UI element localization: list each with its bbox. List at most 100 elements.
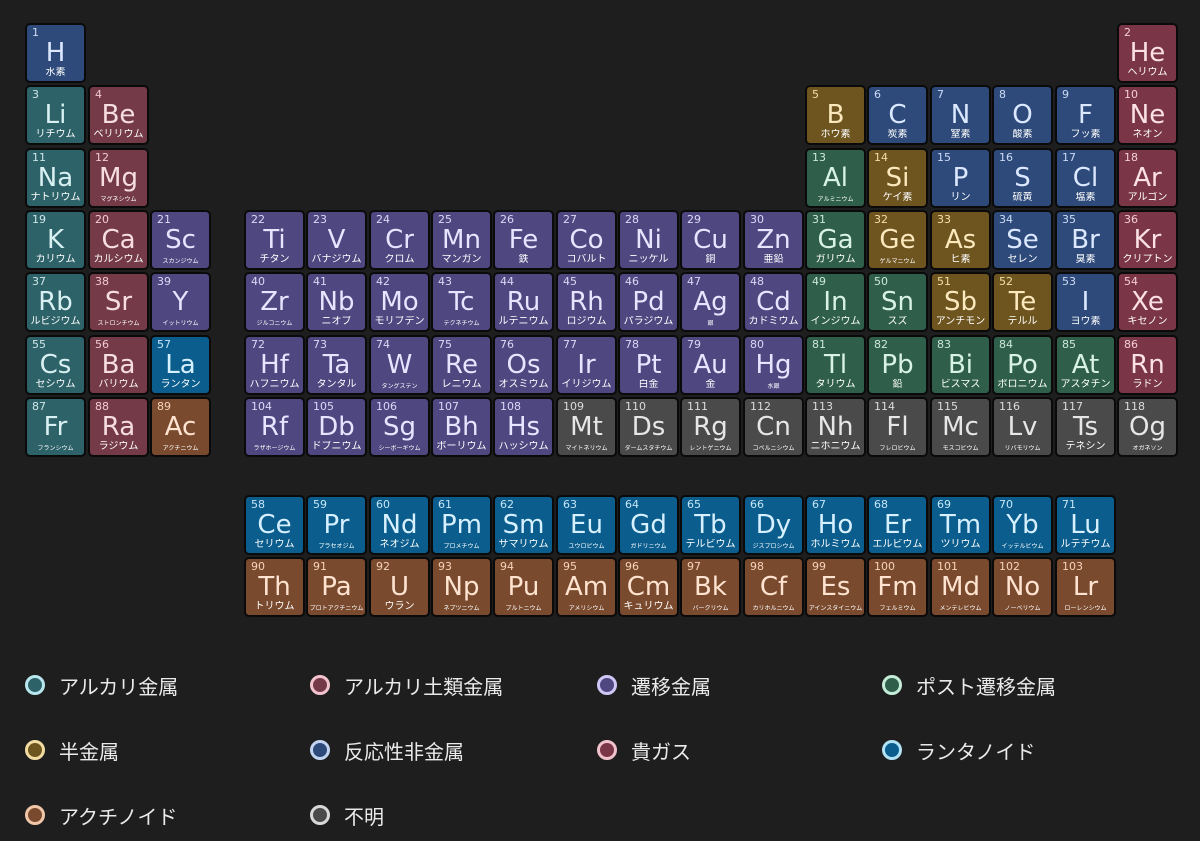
element-cell-ta[interactable]: 73 Ta タンタル [306,335,367,395]
element-cell-re[interactable]: 75 Re レニウム [431,335,492,395]
element-cell-si[interactable]: 14 Si ケイ素 [867,148,928,208]
element-cell-cf[interactable]: 98 Cf カリホルニウム [743,557,804,617]
element-cell-i[interactable]: 53 I ヨウ素 [1055,272,1116,332]
legend-item-alkali[interactable]: アルカリ金属 [25,670,178,700]
element-cell-na[interactable]: 11 Na ナトリウム [25,148,86,208]
element-cell-be[interactable]: 4 Be ベリリウム [88,85,149,145]
element-cell-au[interactable]: 79 Au 金 [680,335,741,395]
legend-item-unknown[interactable]: 不明 [310,800,384,830]
element-cell-u[interactable]: 92 U ウラン [369,557,430,617]
element-cell-og[interactable]: 118 Og オガネソン [1117,397,1178,457]
element-cell-p[interactable]: 15 P リン [930,148,991,208]
element-cell-rb[interactable]: 37 Rb ルビジウム [25,272,86,332]
element-cell-ir[interactable]: 77 Ir イリジウム [556,335,617,395]
element-cell-ca[interactable]: 20 Ca カルシウム [88,210,149,270]
element-cell-as[interactable]: 33 As ヒ素 [930,210,991,270]
element-cell-te[interactable]: 52 Te テルル [992,272,1053,332]
element-cell-ac[interactable]: 89 Ac アクチニウム [150,397,211,457]
legend-item-noble[interactable]: 貴ガス [597,735,691,765]
element-cell-h[interactable]: 1 H 水素 [25,23,86,83]
element-cell-th[interactable]: 90 Th トリウム [244,557,305,617]
element-cell-cs[interactable]: 55 Cs セシウム [25,335,86,395]
element-cell-fr[interactable]: 87 Fr フランシウム [25,397,86,457]
element-cell-cd[interactable]: 48 Cd カドミウム [743,272,804,332]
element-cell-br[interactable]: 35 Br 臭素 [1055,210,1116,270]
element-cell-cm[interactable]: 96 Cm キュリウム [618,557,679,617]
element-cell-nb[interactable]: 41 Nb ニオブ [306,272,367,332]
legend-item-metalloid[interactable]: 半金属 [25,735,119,765]
element-cell-ce[interactable]: 58 Ce セリウム [244,495,305,555]
element-cell-lv[interactable]: 116 Lv リバモリウム [992,397,1053,457]
element-cell-rn[interactable]: 86 Rn ラドン [1117,335,1178,395]
element-cell-at[interactable]: 85 At アスタチン [1055,335,1116,395]
element-cell-tc[interactable]: 43 Tc テクネチウム [431,272,492,332]
legend-item-post[interactable]: ポスト遷移金属 [882,670,1056,700]
element-cell-ar[interactable]: 18 Ar アルゴン [1117,148,1178,208]
element-cell-sg[interactable]: 106 Sg シーボーギウム [369,397,430,457]
element-cell-es[interactable]: 99 Es アインスタイニウム [805,557,866,617]
element-cell-ba[interactable]: 56 Ba バリウム [88,335,149,395]
element-cell-er[interactable]: 68 Er エルビウム [867,495,928,555]
element-cell-mn[interactable]: 25 Mn マンガン [431,210,492,270]
element-cell-ne[interactable]: 10 Ne ネオン [1117,85,1178,145]
element-cell-in[interactable]: 49 In インジウム [805,272,866,332]
element-cell-o[interactable]: 8 O 酸素 [992,85,1053,145]
element-cell-sr[interactable]: 38 Sr ストロンチウム [88,272,149,332]
element-cell-po[interactable]: 84 Po ポロニウム [992,335,1053,395]
element-cell-zn[interactable]: 30 Zn 亜鉛 [743,210,804,270]
element-cell-bk[interactable]: 97 Bk バークリウム [680,557,741,617]
element-cell-np[interactable]: 93 Np ネプツニウム [431,557,492,617]
element-cell-pu[interactable]: 94 Pu プルトニウム [493,557,554,617]
legend-item-nonmetal[interactable]: 反応性非金属 [310,735,464,765]
element-cell-cr[interactable]: 24 Cr クロム [369,210,430,270]
element-cell-b[interactable]: 5 B ホウ素 [805,85,866,145]
element-cell-s[interactable]: 16 S 硫黄 [992,148,1053,208]
element-cell-fe[interactable]: 26 Fe 鉄 [493,210,554,270]
element-cell-li[interactable]: 3 Li リチウム [25,85,86,145]
element-cell-rh[interactable]: 45 Rh ロジウム [556,272,617,332]
element-cell-dy[interactable]: 66 Dy ジスプロシウム [743,495,804,555]
element-cell-sm[interactable]: 62 Sm サマリウム [493,495,554,555]
element-cell-se[interactable]: 34 Se セレン [992,210,1053,270]
element-cell-ra[interactable]: 88 Ra ラジウム [88,397,149,457]
legend-item-lanth[interactable]: ランタノイド [882,735,1035,765]
element-cell-y[interactable]: 39 Y イットリウム [150,272,211,332]
element-cell-eu[interactable]: 63 Eu ユウロピウム [556,495,617,555]
element-cell-pd[interactable]: 46 Pd パラジウム [618,272,679,332]
element-cell-mg[interactable]: 12 Mg マグネシウム [88,148,149,208]
element-cell-k[interactable]: 19 K カリウム [25,210,86,270]
element-cell-lr[interactable]: 103 Lr ローレンシウム [1055,557,1116,617]
element-cell-sc[interactable]: 21 Sc スカンジウム [150,210,211,270]
element-cell-os[interactable]: 76 Os オスミウム [493,335,554,395]
element-cell-ru[interactable]: 44 Ru ルテニウム [493,272,554,332]
element-cell-cn[interactable]: 112 Cn コペルニシウム [743,397,804,457]
element-cell-fm[interactable]: 100 Fm フェルミウム [867,557,928,617]
element-cell-cl[interactable]: 17 Cl 塩素 [1055,148,1116,208]
element-cell-mc[interactable]: 115 Mc モスコビウム [930,397,991,457]
element-cell-ds[interactable]: 110 Ds ダームスタチウム [618,397,679,457]
element-cell-ho[interactable]: 67 Ho ホルミウム [805,495,866,555]
element-cell-mt[interactable]: 109 Mt マイトネリウム [556,397,617,457]
legend-item-actin[interactable]: アクチノイド [25,800,177,830]
element-cell-ag[interactable]: 47 Ag 銀 [680,272,741,332]
element-cell-hs[interactable]: 108 Hs ハッシウム [493,397,554,457]
element-cell-sb[interactable]: 51 Sb アンチモン [930,272,991,332]
element-cell-ts[interactable]: 117 Ts テネシン [1055,397,1116,457]
element-cell-am[interactable]: 95 Am アメリシウム [556,557,617,617]
element-cell-cu[interactable]: 29 Cu 銅 [680,210,741,270]
element-cell-pa[interactable]: 91 Pa プロトアクチニウム [306,557,367,617]
element-cell-tm[interactable]: 69 Tm ツリウム [930,495,991,555]
element-cell-n[interactable]: 7 N 窒素 [930,85,991,145]
element-cell-no[interactable]: 102 No ノーベリウム [992,557,1053,617]
element-cell-w[interactable]: 74 W タングステン [369,335,430,395]
element-cell-ni[interactable]: 28 Ni ニッケル [618,210,679,270]
element-cell-hg[interactable]: 80 Hg 水銀 [743,335,804,395]
element-cell-rg[interactable]: 111 Rg レントゲニウム [680,397,741,457]
element-cell-mo[interactable]: 42 Mo モリブデン [369,272,430,332]
element-cell-pt[interactable]: 78 Pt 白金 [618,335,679,395]
element-cell-yb[interactable]: 70 Yb イッテルビウム [992,495,1053,555]
element-cell-ti[interactable]: 22 Ti チタン [244,210,305,270]
element-cell-co[interactable]: 27 Co コバルト [556,210,617,270]
legend-item-transition[interactable]: 遷移金属 [597,670,711,700]
element-cell-v[interactable]: 23 V バナジウム [306,210,367,270]
